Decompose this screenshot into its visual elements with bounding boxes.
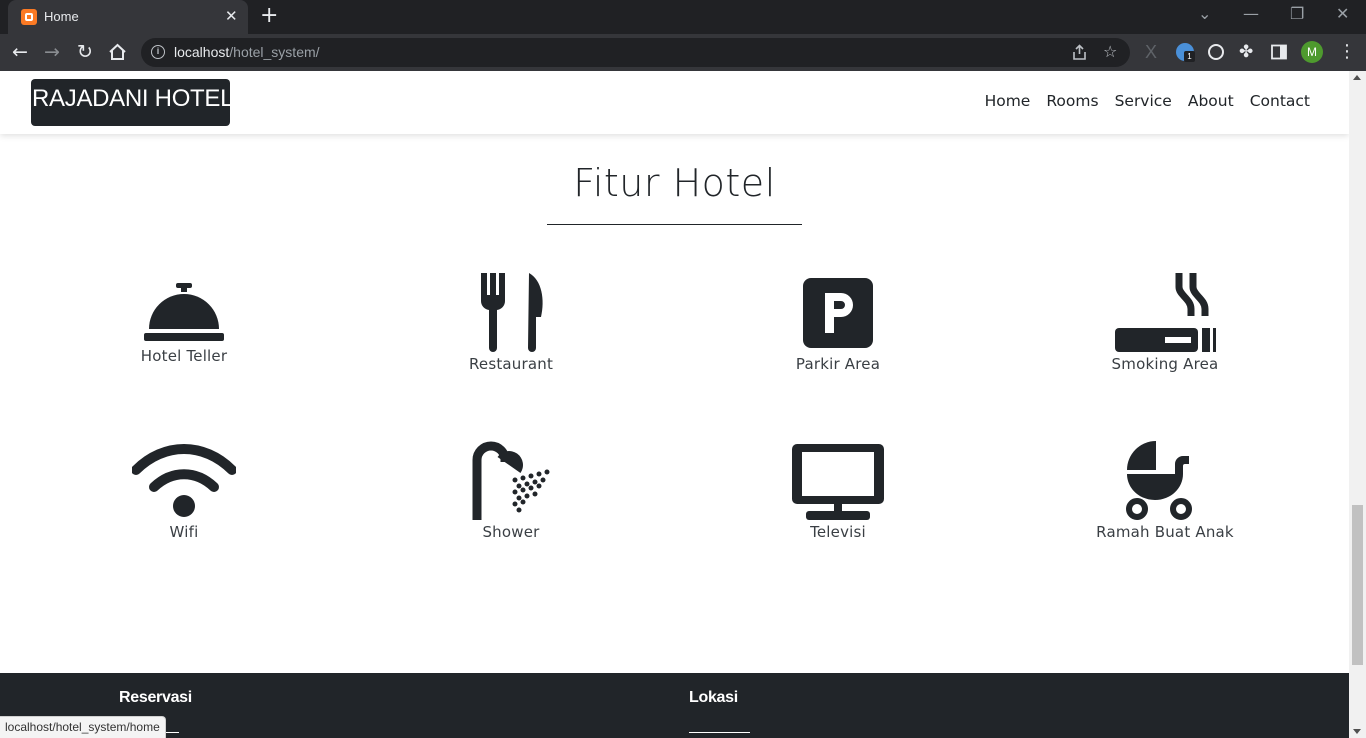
page-scrollbar[interactable] bbox=[1349, 71, 1366, 738]
footer-heading-lokasi: Lokasi bbox=[689, 689, 738, 706]
nav-home[interactable]: Home bbox=[985, 92, 1031, 110]
feature-label: Wifi bbox=[169, 523, 199, 541]
footer-heading-reservasi: Reservasi bbox=[119, 689, 192, 706]
feature-smoking: Smoking Area bbox=[1035, 272, 1295, 373]
section-title: Fitur Hotel bbox=[573, 161, 776, 205]
concierge-bell-icon bbox=[144, 283, 224, 341]
address-url[interactable]: localhost/hotel_system/ bbox=[174, 44, 320, 60]
bookmark-star-icon[interactable]: ☆ bbox=[1103, 42, 1117, 62]
tab-close-icon[interactable]: ✕ bbox=[225, 7, 238, 25]
browser-toolbar: ← → ↻ i localhost/hotel_system/ ☆ X 1 ✤ … bbox=[0, 34, 1366, 71]
link-status-bubble: localhost/hotel_system/home bbox=[0, 716, 166, 738]
scroll-thumb[interactable] bbox=[1352, 505, 1363, 665]
nav-contact[interactable]: Contact bbox=[1250, 92, 1310, 110]
minimize-button[interactable]: — bbox=[1243, 4, 1259, 24]
brand-logo[interactable]: RAJADANI HOTEL bbox=[31, 79, 233, 126]
main-nav: Home Rooms Service About Contact bbox=[985, 92, 1310, 110]
forward-button[interactable]: → bbox=[44, 40, 60, 64]
restore-button[interactable]: ❐ bbox=[1290, 4, 1304, 24]
feature-label: Shower bbox=[482, 523, 540, 541]
feature-parkir: Parkir Area bbox=[708, 272, 968, 373]
smoking-icon bbox=[1115, 273, 1216, 352]
feature-restaurant: Restaurant bbox=[381, 272, 641, 373]
parking-icon bbox=[803, 278, 873, 348]
feature-label: Hotel Teller bbox=[140, 347, 228, 365]
site-info-icon[interactable]: i bbox=[151, 45, 165, 59]
new-tab-button[interactable]: + bbox=[260, 4, 278, 28]
extensions-puzzle-icon[interactable]: ✤ bbox=[1239, 40, 1253, 64]
profile-avatar[interactable]: M bbox=[1301, 41, 1323, 63]
feature-hotel-teller: Hotel Teller bbox=[54, 272, 314, 365]
xampp-favicon-icon bbox=[21, 9, 37, 25]
extension-circle-icon[interactable] bbox=[1208, 44, 1224, 60]
tab-title: Home bbox=[44, 9, 79, 24]
extension-globe-icon[interactable]: 1 bbox=[1176, 43, 1195, 62]
feature-label: Ramah Buat Anak bbox=[1096, 523, 1234, 541]
reload-button[interactable]: ↻ bbox=[77, 40, 93, 64]
home-icon[interactable] bbox=[108, 43, 127, 61]
browser-menu-icon[interactable]: ⋮ bbox=[1338, 40, 1356, 64]
site-footer: Reservasi Lokasi bbox=[0, 673, 1349, 738]
nav-rooms[interactable]: Rooms bbox=[1046, 92, 1098, 110]
shower-icon bbox=[472, 441, 550, 520]
close-window-button[interactable]: ✕ bbox=[1336, 4, 1349, 24]
feature-label: Restaurant bbox=[468, 355, 554, 373]
feature-label: Parkir Area bbox=[795, 355, 881, 373]
feature-ramah-anak: Ramah Buat Anak bbox=[1035, 440, 1295, 541]
extension-x-icon[interactable]: X bbox=[1145, 40, 1157, 64]
page-viewport: RAJADANI HOTEL Home Rooms Service About … bbox=[0, 71, 1349, 738]
footer-divider-1 bbox=[165, 732, 179, 733]
site-header: RAJADANI HOTEL Home Rooms Service About … bbox=[0, 71, 1349, 134]
share-icon[interactable] bbox=[1071, 44, 1088, 61]
feature-wifi: Wifi bbox=[54, 440, 314, 541]
feature-televisi: Televisi bbox=[708, 440, 968, 541]
scroll-up-arrow-icon[interactable] bbox=[1353, 75, 1361, 80]
tab-search-chevron-icon[interactable]: ⌄ bbox=[1198, 4, 1211, 24]
address-bar[interactable]: i localhost/hotel_system/ ☆ bbox=[141, 38, 1130, 67]
back-button[interactable]: ← bbox=[12, 40, 28, 64]
footer-divider-2 bbox=[689, 732, 750, 733]
baby-carriage-icon bbox=[1126, 441, 1192, 520]
nav-about[interactable]: About bbox=[1188, 92, 1234, 110]
feature-label: Televisi bbox=[810, 523, 866, 541]
browser-tab-strip: Home ✕ + ⌄ — ❐ ✕ bbox=[0, 0, 1366, 34]
nav-service[interactable]: Service bbox=[1115, 92, 1172, 110]
wifi-icon bbox=[132, 444, 236, 517]
feature-label: Smoking Area bbox=[1111, 355, 1219, 373]
tv-icon bbox=[792, 444, 884, 520]
utensils-icon bbox=[480, 273, 543, 352]
title-divider bbox=[547, 224, 802, 225]
browser-tab[interactable]: Home ✕ bbox=[8, 0, 248, 34]
scroll-down-arrow-icon[interactable] bbox=[1353, 729, 1361, 734]
side-panel-icon[interactable] bbox=[1271, 44, 1287, 60]
feature-shower: Shower bbox=[381, 440, 641, 541]
